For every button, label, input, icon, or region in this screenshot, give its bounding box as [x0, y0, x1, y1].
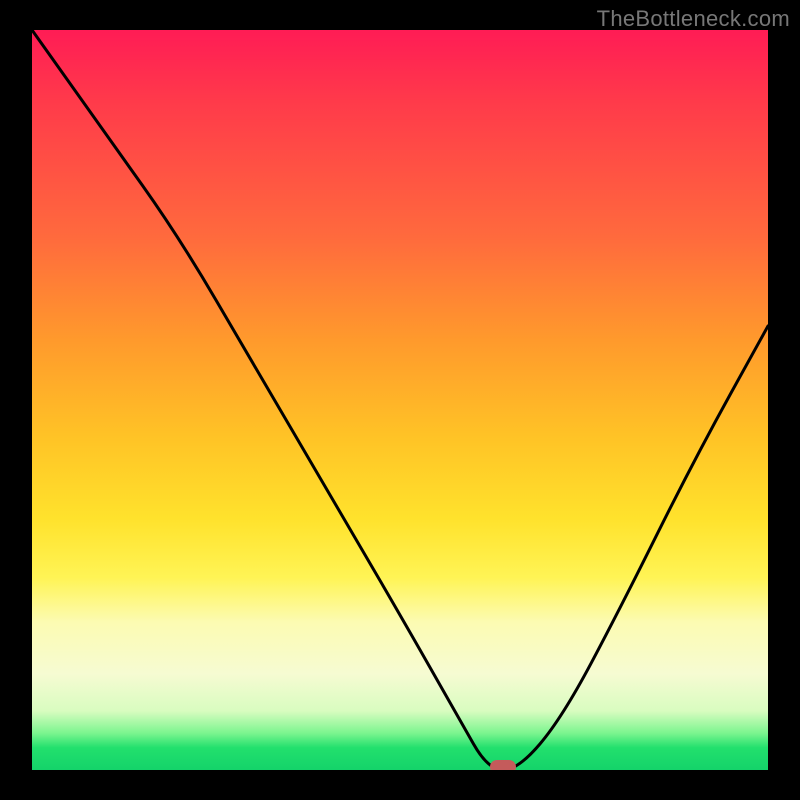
- chart-frame: TheBottleneck.com: [0, 0, 800, 800]
- plot-area: [32, 30, 768, 770]
- minimum-marker: [490, 760, 516, 770]
- bottleneck-curve: [32, 30, 768, 770]
- watermark-text: TheBottleneck.com: [597, 6, 790, 32]
